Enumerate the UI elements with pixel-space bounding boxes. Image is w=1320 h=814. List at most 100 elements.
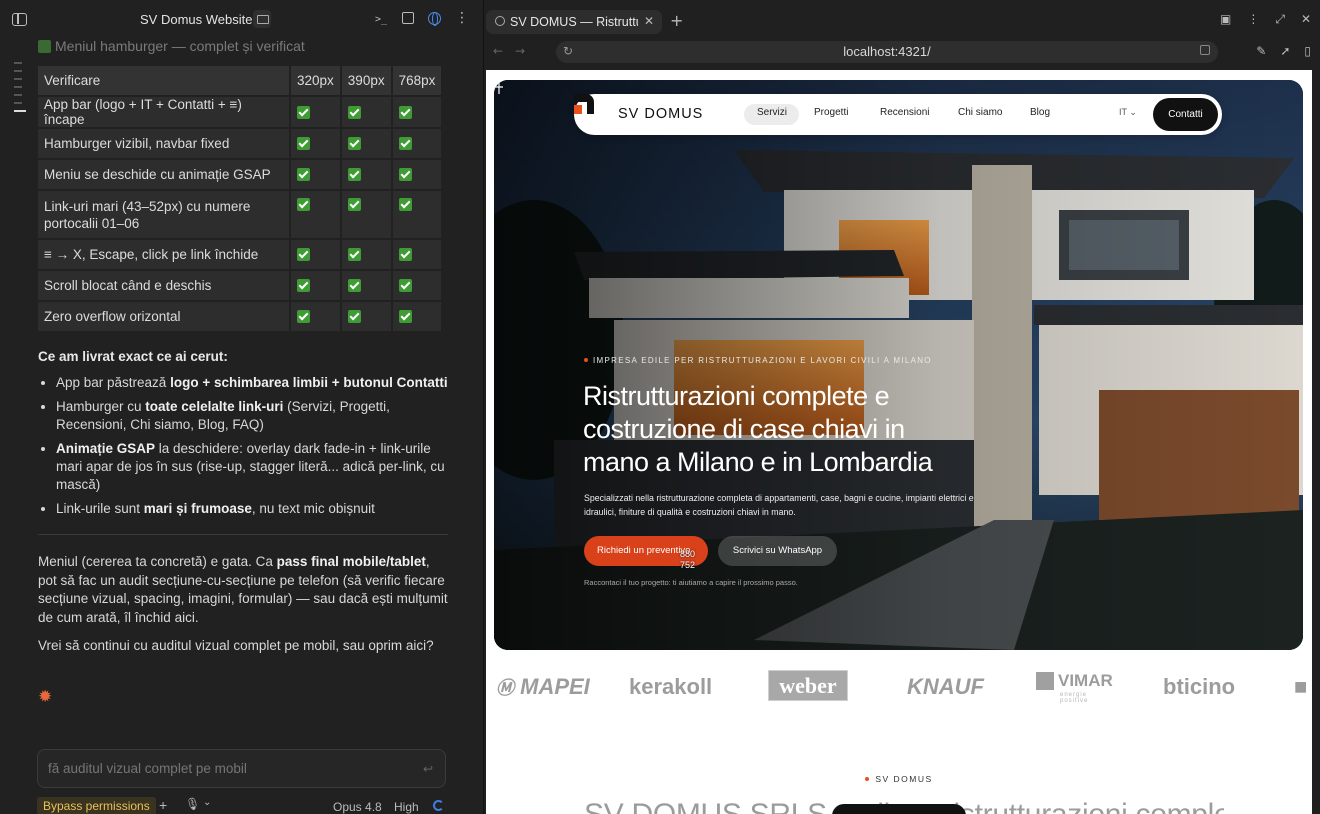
expand-icon[interactable]: ⤢ [1275, 12, 1285, 27]
panel-icon[interactable] [402, 12, 414, 24]
table-cell: App bar (logo + IT + Contatti + ≡) încap… [38, 97, 289, 127]
effort-selector[interactable]: High [394, 800, 419, 814]
enter-icon[interactable]: ↩ [423, 762, 433, 776]
message-content: Meniul hamburger — complet și verificat … [38, 38, 448, 666]
new-tab-icon[interactable]: + [670, 11, 683, 30]
table-header: 768px [392, 66, 442, 95]
pointer-icon[interactable]: ➚ [1280, 44, 1290, 58]
close-tab-icon[interactable]: ✕ [644, 14, 654, 28]
check-icon [347, 105, 361, 119]
microphone-icon[interactable]: 🎙 [185, 797, 200, 811]
nav-link-chi-siamo[interactable]: Chi siamo [958, 107, 1002, 118]
chat-header: SV Domus Website [0, 0, 483, 40]
pen-icon[interactable]: ✎ [1256, 44, 1266, 58]
prompt-toolbar: Bypass permissions + 🎙 ⌄ Opus 4.8 High [37, 797, 447, 814]
brand-bticino-logo: bticino [1163, 674, 1236, 699]
hero-note: Raccontaci il tuo progetto: ti aiutiamo … [584, 578, 798, 587]
tab-title: SV DOMUS — Ristrutturazioni [510, 15, 638, 29]
check-icon [297, 168, 310, 181]
table-cell: ≡ → X, Escape, click pe link închide [38, 240, 289, 269]
brand-vimar-logo: VIMAR energie positive [1036, 671, 1116, 704]
table-cell: Zero overflow orizontal [38, 302, 289, 331]
model-selector[interactable]: Opus 4.8 [333, 800, 382, 814]
split-view-icon[interactable]: ▣ [1220, 12, 1231, 27]
address-bar: ←→ ↻ localhost:4321/ ✎ ➚ ▯ [484, 40, 1320, 68]
browser-tools: ✎ ➚ ▯ [1256, 44, 1311, 58]
message-paragraph: Meniul (cererea ta concretă) e gata. Ca … [38, 554, 448, 625]
app-window: SV Domus Website Meniul hamburger — comp… [0, 0, 1320, 814]
table-row: Link-uri mari (43–52px) cu numere portoc… [38, 191, 442, 238]
folder-icon[interactable] [253, 10, 271, 28]
contatti-button[interactable]: Contatti [1153, 98, 1218, 131]
section-label: SV DOMUS [486, 774, 1312, 784]
close-icon[interactable]: ✕ [1301, 12, 1311, 27]
table-cell: Scroll blocat când e deschis [38, 271, 289, 300]
add-icon[interactable]: + [159, 797, 167, 813]
more-options-icon[interactable]: ⋮ [1247, 12, 1259, 27]
nav-link-recensioni[interactable]: Recensioni [880, 107, 929, 118]
floating-pill[interactable] [832, 804, 966, 814]
brand-kerakoll-logo: kerakoll [629, 674, 713, 699]
site-logo-text[interactable]: SV DOMUS [618, 106, 703, 122]
check-icon [398, 137, 412, 150]
check-icon [297, 137, 310, 150]
url-text[interactable]: localhost:4321/ [556, 44, 1218, 59]
table-header: 320px [291, 66, 340, 95]
chat-pane: SV Domus Website Meniul hamburger — comp… [0, 0, 483, 814]
message-question: Vrei să continui cu auditul vizual compl… [38, 638, 434, 653]
back-forward-icons[interactable]: ←→ [493, 44, 537, 58]
check-icon [398, 248, 412, 261]
table-row: Meniu se deschide cu animație GSAP [38, 160, 442, 189]
browser-tab[interactable]: SV DOMUS — Ristrutturazioni ✕ [486, 10, 662, 34]
terminal-icon[interactable] [374, 11, 388, 25]
url-field[interactable]: ↻ localhost:4321/ [556, 41, 1218, 63]
message-scroll-rail[interactable] [14, 62, 26, 118]
table-header: Verificare [38, 66, 289, 95]
list-item: Link-urile sunt mari și frumoase, nu tex… [56, 500, 448, 518]
globe-icon[interactable] [428, 11, 441, 26]
open-external-icon[interactable] [1200, 45, 1210, 55]
nav-link-progetti[interactable]: Progetti [814, 107, 848, 118]
table-row: Scroll blocat când e deschis [38, 271, 442, 300]
nav-link-blog[interactable]: Blog [1030, 107, 1050, 118]
whatsapp-button[interactable]: Scrivici su WhatsApp [718, 536, 837, 566]
brand-partial-logo: ■ [1294, 674, 1308, 699]
device-icon[interactable]: ▯ [1304, 44, 1311, 58]
sidebar-toggle-icon[interactable] [12, 13, 27, 26]
check-icon [297, 105, 310, 119]
window-controls: ▣ ⋮ ⤢ ✕ [1220, 12, 1311, 27]
table-cell: Link-uri mari (43–52px) cu numere portoc… [38, 191, 289, 238]
hero-eyebrow: IMPRESA EDILE PER RISTRUTTURAZIONI E LAV… [584, 356, 932, 365]
list-item: App bar păstrează logo + schimbarea limb… [56, 374, 448, 392]
browser-pane: SV DOMUS — Ristrutturazioni ✕ + ▣ ⋮ ⤢ ✕ … [483, 0, 1320, 814]
cursor-icon [495, 80, 503, 94]
prompt-input[interactable] [48, 761, 408, 776]
check-icon [398, 198, 412, 211]
cursor-coordinates: 880 752 [680, 549, 696, 570]
table-header: 390px [341, 66, 391, 95]
table-row: ≡ → X, Escape, click pe link închide [38, 240, 442, 269]
chevron-down-icon[interactable]: ⌄ [203, 797, 211, 808]
table-row: Hamburger vizibil, navbar fixed [38, 129, 442, 158]
table-row: App bar (logo + IT + Contatti + ≡) încap… [38, 97, 442, 127]
table-cell: Meniu se deschide cu animație GSAP [38, 160, 289, 189]
sv-domus-logo-icon[interactable] [574, 94, 594, 114]
prompt-box[interactable]: ↩ [37, 749, 446, 788]
header-actions [374, 11, 469, 26]
language-selector[interactable]: IT ⌄ [1119, 107, 1137, 118]
check-icon [347, 279, 361, 292]
check-icon [347, 310, 361, 323]
site-navbar: SV DOMUS Servizi Progetti Recensioni Chi… [574, 94, 1222, 135]
page-viewport: SV DOMUS Servizi Progetti Recensioni Chi… [486, 70, 1312, 814]
divider [38, 534, 448, 535]
more-options-icon[interactable] [455, 11, 469, 25]
check-icon [398, 105, 412, 119]
check-icon [347, 198, 361, 211]
project-title: SV Domus Website [140, 12, 253, 27]
nav-link-servizi[interactable]: Servizi [757, 107, 787, 118]
bypass-permissions-badge[interactable]: Bypass permissions [37, 797, 156, 814]
chevron-down-icon: ⌄ [1129, 107, 1137, 117]
favicon-icon [495, 16, 505, 26]
list-item: Animație GSAP la deschidere: overlay dar… [56, 440, 448, 494]
check-icon [347, 248, 361, 261]
